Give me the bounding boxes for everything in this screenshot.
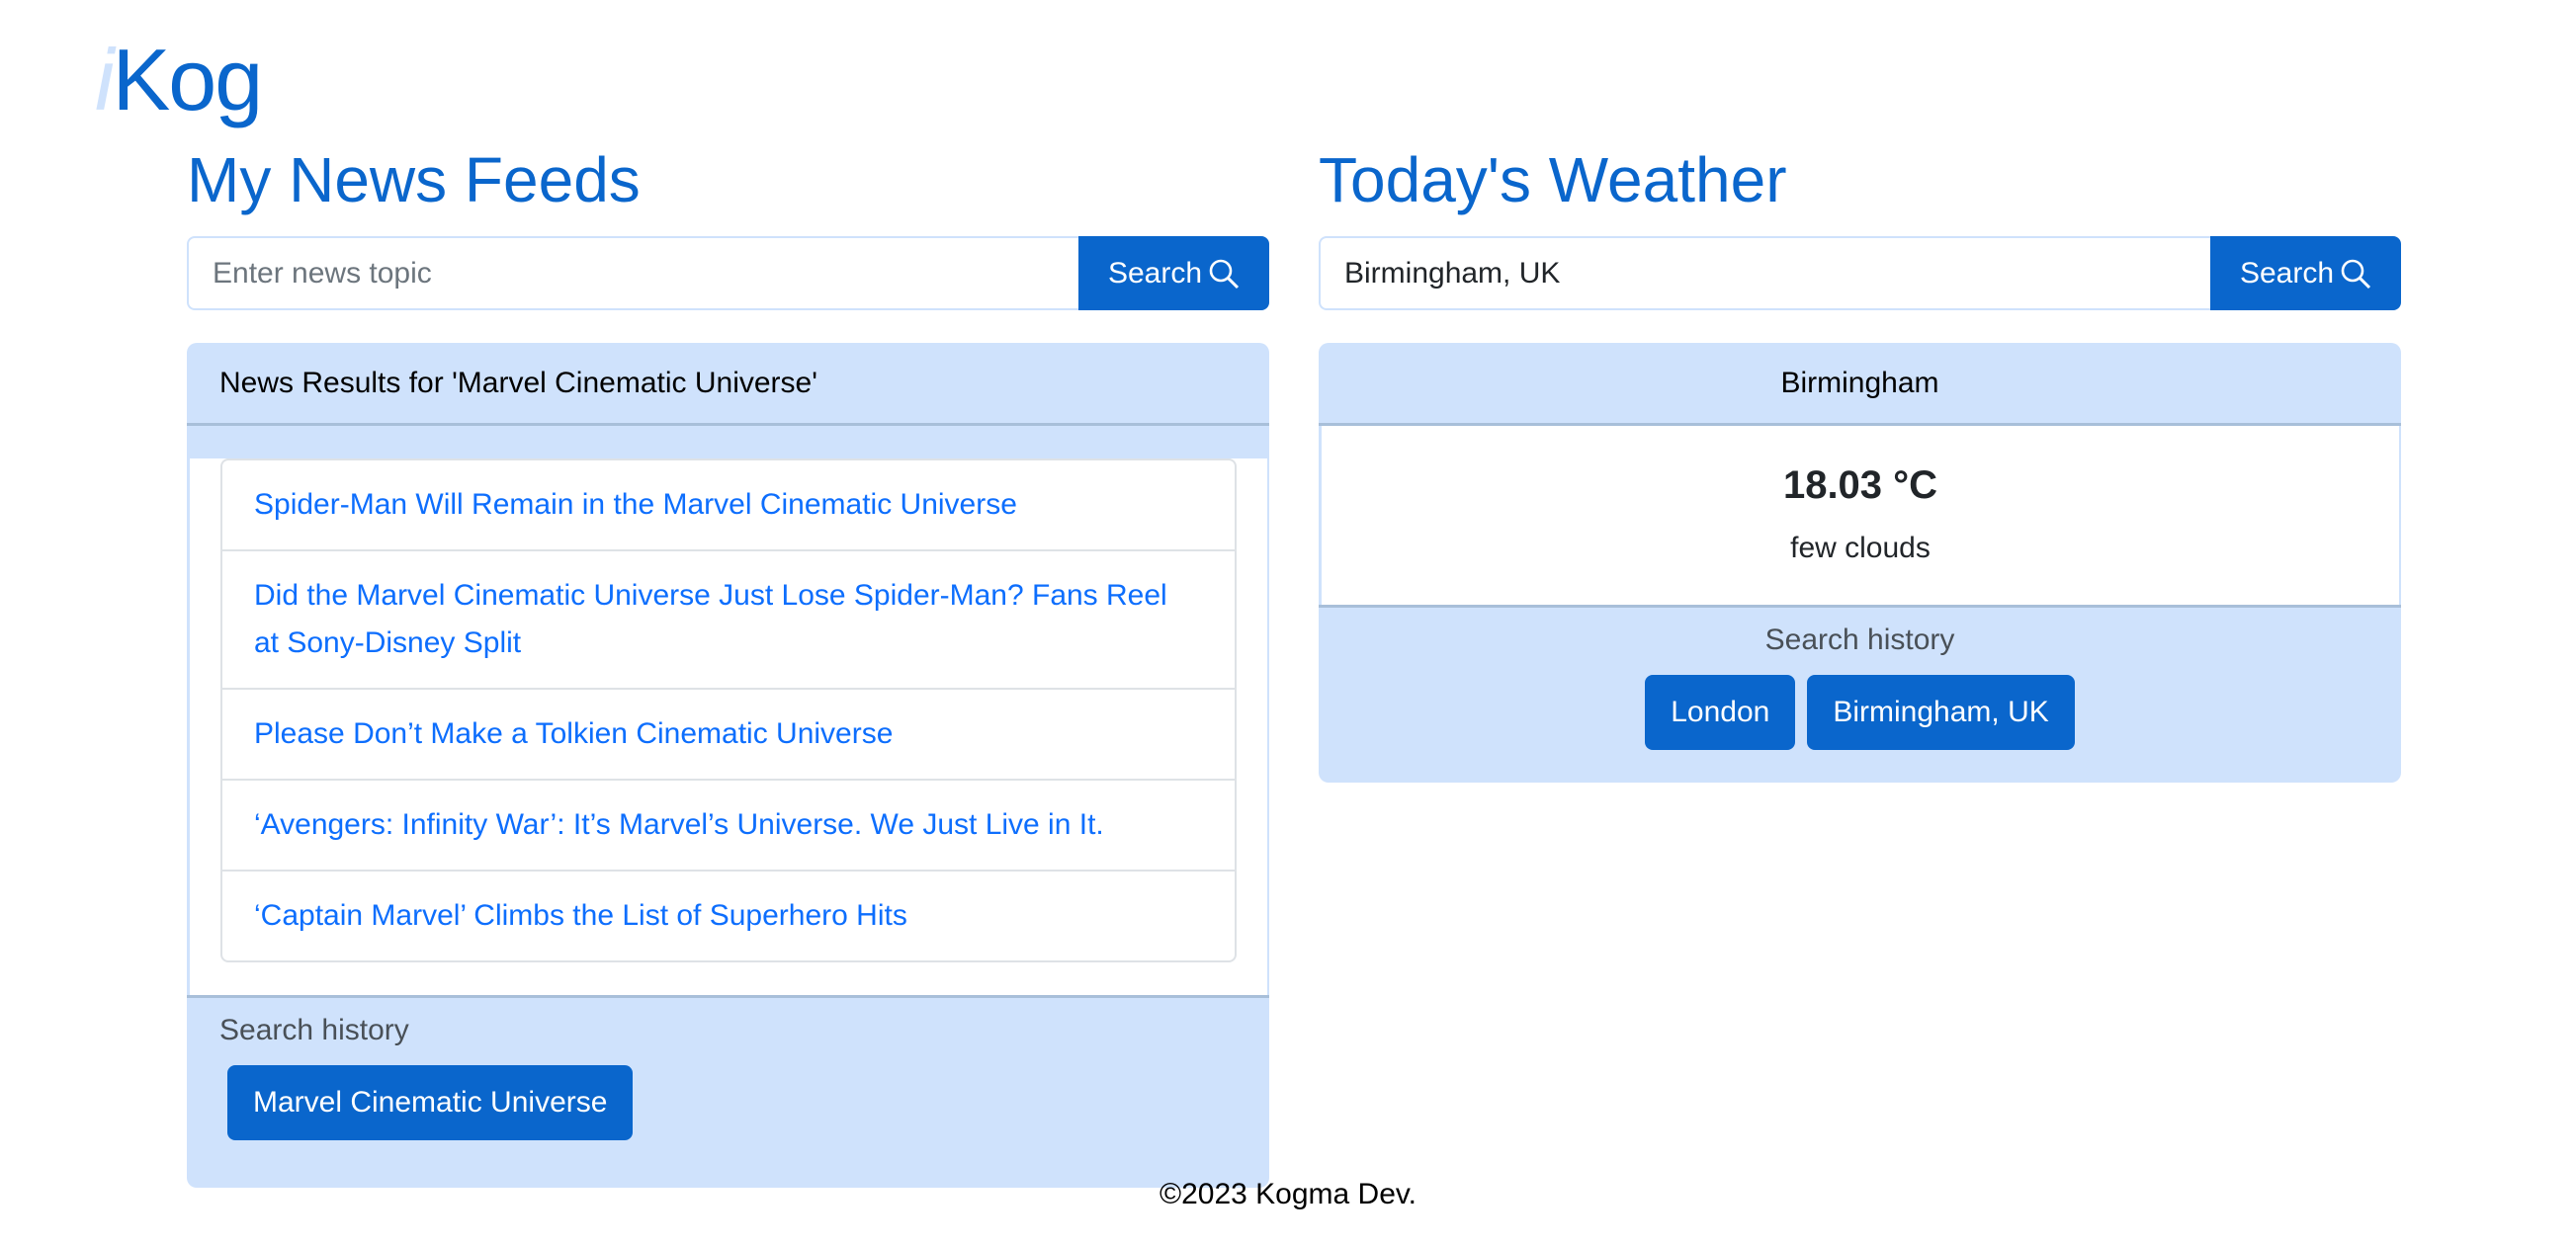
weather-history-label: Search history	[1764, 624, 1955, 656]
news-search-form: Search	[187, 236, 1269, 310]
news-article-link[interactable]: Please Don’t Make a Tolkien Cinematic Un…	[222, 688, 1235, 779]
news-title: My News Feeds	[187, 144, 641, 215]
weather-city: Birmingham	[1319, 343, 2401, 426]
search-icon	[2341, 259, 2371, 289]
news-results-card: News Results for 'Marvel Cinematic Unive…	[187, 343, 1269, 1188]
weather-title: Today's Weather	[1319, 144, 1787, 215]
news-search-input[interactable]	[187, 236, 1078, 310]
news-history: Search history Marvel Cinematic Universe	[187, 995, 1269, 1188]
news-results-header: News Results for 'Marvel Cinematic Unive…	[187, 343, 1269, 426]
logo[interactable]: iKog	[95, 30, 263, 130]
weather-temperature: 18.03 °C	[1782, 463, 1938, 507]
history-button-birmingham[interactable]: Birmingham, UK	[1807, 675, 2075, 750]
weather-search-input[interactable]	[1319, 236, 2210, 310]
news-article-link[interactable]: Did the Marvel Cinematic Universe Just L…	[222, 549, 1235, 688]
history-button-marvel[interactable]: Marvel Cinematic Universe	[227, 1065, 634, 1140]
weather-card: Birmingham 18.03 °C few clouds Search hi…	[1319, 343, 2401, 783]
news-history-label: Search history	[219, 1014, 409, 1046]
news-search-button[interactable]: Search	[1078, 236, 1269, 310]
weather-search-form: Search	[1319, 236, 2401, 310]
weather-search-button[interactable]: Search	[2210, 236, 2401, 310]
news-article-link[interactable]: ‘Avengers: Infinity War’: It’s Marvel’s …	[222, 779, 1235, 870]
history-button-london[interactable]: London	[1645, 675, 1796, 750]
news-article-link[interactable]: ‘Captain Marvel’ Climbs the List of Supe…	[222, 870, 1235, 960]
weather-description: few clouds	[1790, 532, 1931, 564]
search-icon	[1209, 259, 1240, 289]
page-footer: ©2023 Kogma Dev.	[1159, 1178, 1417, 1210]
news-list: Spider-Man Will Remain in the Marvel Cin…	[220, 458, 1237, 962]
weather-history: Search history London Birmingham, UK	[1319, 605, 2401, 783]
news-article-link[interactable]: Spider-Man Will Remain in the Marvel Cin…	[222, 460, 1235, 549]
